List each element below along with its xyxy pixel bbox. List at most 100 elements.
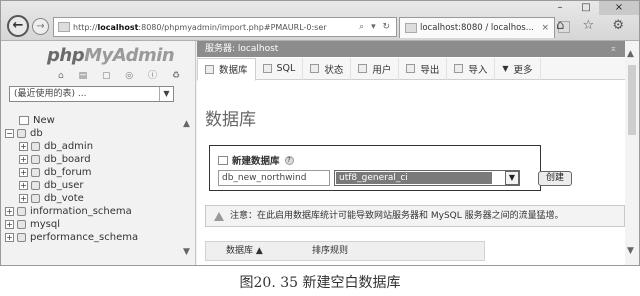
forward-button[interactable]: → (32, 18, 49, 35)
tab-export[interactable]: 导出 (399, 57, 448, 80)
export-icon (406, 64, 416, 73)
minimize-button[interactable]: – (547, 1, 573, 15)
nav-scrollbar[interactable]: ▲ ▼ (182, 117, 194, 257)
expand-icon[interactable]: + (5, 220, 14, 229)
tab-status[interactable]: 状态 (303, 57, 352, 80)
main-scrollbar[interactable]: ▲ ▼ (625, 41, 639, 265)
help-icon[interactable]: ? (284, 155, 294, 165)
scroll-up-icon[interactable]: ▲ (627, 49, 634, 59)
tree-item[interactable]: + information_schema (5, 205, 181, 218)
pma-main-panel: 服务器: localhost ⌅ 数据库 SQL 状态 用户 导出 导入 ▼ 更多… (197, 41, 625, 265)
tab-label: 更多 (513, 64, 533, 76)
tab-title: localhost:8080 / localhos... (420, 23, 534, 33)
expand-icon[interactable]: + (19, 194, 28, 203)
tree-item[interactable]: + db_admin (5, 140, 181, 153)
address-rest: :8080/phpmyadmin/import.php#PMAURL-0:ser (138, 22, 327, 32)
tree-item[interactable]: + db_forum (5, 166, 181, 179)
database-icon (17, 233, 26, 242)
tree-item[interactable]: New (5, 114, 181, 127)
expand-icon[interactable]: + (19, 181, 28, 190)
column-header-database[interactable]: 数据库 ▲ (206, 242, 306, 260)
database-new-icon (218, 155, 228, 165)
maximize-button[interactable]: □ (573, 1, 599, 15)
tab-import[interactable]: 导入 (447, 57, 496, 80)
tree-item[interactable]: + performance_schema (5, 231, 181, 244)
statistics-notice: 注意：在此启用数据库统计可能导致网站服务器和 MySQL 服务器之间的流量猛增。 (205, 205, 625, 227)
arrow-right-icon: → (36, 21, 45, 32)
tab-label: 用户 (372, 64, 392, 76)
scroll-down-icon[interactable]: ▼ (627, 246, 634, 256)
tree-item-label: performance_schema (30, 232, 139, 243)
top-menu: 数据库 SQL 状态 用户 导出 导入 ▼ 更多 (197, 57, 625, 81)
database-name-input[interactable]: db_new_northwind (218, 170, 330, 186)
tab-label: 数据库 (219, 65, 248, 76)
tab-sql[interactable]: SQL (256, 57, 304, 80)
expand-icon[interactable]: + (19, 168, 28, 177)
breadcrumb: 服务器: localhost ⌅ (197, 41, 625, 57)
back-button[interactable]: ← (7, 15, 29, 37)
database-icon (31, 155, 40, 164)
tab-close-icon[interactable]: × (541, 23, 549, 33)
column-header-collation: 排序规则 (312, 246, 349, 256)
tree-item[interactable]: + db_user (5, 179, 181, 192)
tree-item-label: db_forum (44, 167, 92, 178)
new-database-icon (19, 116, 29, 125)
page-title: 数据库 (205, 110, 256, 130)
address-prefix: http:// (73, 22, 98, 32)
address-bar[interactable]: http://localhost:8080/phpmyadmin/import.… (53, 17, 397, 37)
tree-item-label: information_schema (30, 206, 132, 217)
tree-item[interactable]: − db (5, 127, 181, 140)
notice-text: 注意：在此启用数据库统计可能导致网站服务器和 MySQL 服务器之间的流量猛增。 (230, 211, 564, 221)
tree-item-label: db_vote (44, 193, 84, 204)
browser-toolbar-icons[interactable]: ⌂ ☆ ⚙ (556, 18, 631, 33)
figure-caption: 图20. 35 新建空白数据库 (239, 275, 401, 291)
tree-item[interactable]: + mysql (5, 218, 181, 231)
chevron-down-icon[interactable]: ▼ (505, 171, 519, 185)
database-icon (31, 181, 40, 190)
tab-label: 导出 (420, 64, 440, 76)
window-controls: – □ × (547, 1, 639, 15)
tab-more[interactable]: ▼ 更多 (495, 57, 541, 80)
collapse-icon[interactable]: ⌅ (609, 41, 617, 57)
recent-tables-select[interactable]: (最近使用的表) ... ▼ (9, 86, 174, 102)
address-action-icons[interactable]: ⌕ ▾ ↻ (355, 22, 396, 32)
tab-databases[interactable]: 数据库 (197, 57, 256, 81)
database-icon (31, 194, 40, 203)
collation-value: utf8_general_ci (336, 172, 492, 184)
tree-item[interactable]: + db_vote (5, 192, 181, 205)
create-database-label: 新建数据库 (232, 156, 280, 167)
tab-label: 导入 (468, 64, 488, 76)
tree-item-label: db_admin (44, 141, 94, 152)
tab-label: 状态 (324, 64, 344, 76)
browser-tab[interactable]: localhost:8080 / localhos... × (399, 17, 555, 38)
warning-icon (214, 211, 224, 221)
expand-icon[interactable]: + (5, 207, 14, 216)
scroll-up-icon[interactable]: ▲ (183, 119, 190, 129)
breadcrumb-server[interactable]: 服务器: localhost (205, 44, 278, 54)
expand-icon[interactable]: + (19, 155, 28, 164)
logo-php: php (47, 45, 85, 66)
expand-icon[interactable]: + (19, 142, 28, 151)
tree-item[interactable]: + db_board (5, 153, 181, 166)
database-icon (17, 220, 26, 229)
pma-logo[interactable]: phpMyAdmin (47, 45, 175, 66)
tab-users[interactable]: 用户 (351, 57, 400, 80)
collation-select[interactable]: utf8_general_ci ▼ (334, 170, 520, 186)
database-icon (17, 207, 26, 216)
browser-titlebar: – □ × ← → http://localhost:8080/phpmyadm… (1, 1, 639, 41)
chevron-down-icon[interactable]: ▼ (159, 87, 173, 101)
pma-navigation-panel: phpMyAdmin ⌂ ▤ ▢ ◎ ⓘ ♻ (最近使用的表) ... ▼ Ne… (1, 41, 196, 265)
scroll-thumb[interactable] (628, 65, 636, 135)
close-window-button[interactable]: × (599, 1, 639, 15)
nav-quick-icons[interactable]: ⌂ ▤ ▢ ◎ ⓘ ♻ (58, 68, 186, 81)
status-icon (310, 64, 320, 73)
create-database-title: 新建数据库 ? (218, 153, 294, 167)
users-icon (358, 64, 368, 73)
logo-myadmin: MyAdmin (84, 45, 175, 66)
address-url[interactable]: http://localhost:8080/phpmyadmin/import.… (73, 23, 355, 32)
expand-icon[interactable]: + (5, 233, 14, 242)
collapse-icon[interactable]: − (5, 129, 14, 138)
tree-item-label: mysql (30, 219, 60, 230)
scroll-down-icon[interactable]: ▼ (183, 247, 190, 257)
create-button[interactable]: 创建 (538, 171, 572, 186)
